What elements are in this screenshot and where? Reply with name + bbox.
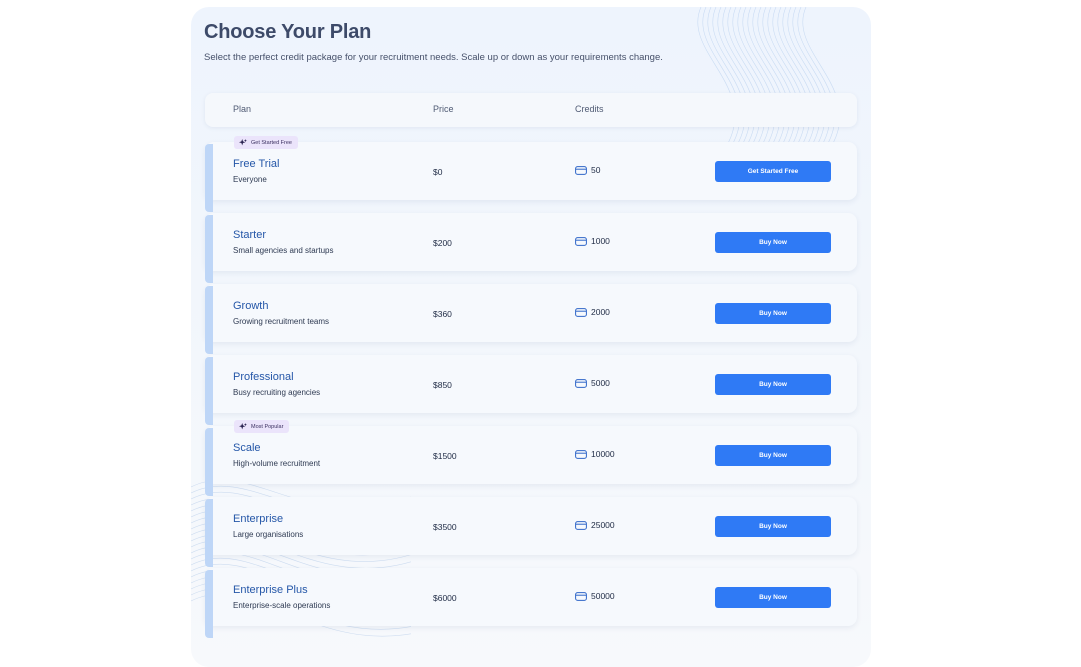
plan-credits: 5000 <box>575 378 610 388</box>
plan-credits-value: 1000 <box>591 236 610 246</box>
plan-credits: 1000 <box>575 236 610 246</box>
page-subtitle: Select the perfect credit package for yo… <box>204 52 663 63</box>
credit-card-icon <box>575 449 587 459</box>
plan-credits-value: 5000 <box>591 378 610 388</box>
plan-credits-value: 2000 <box>591 307 610 317</box>
plan-badge-label: Most Popular <box>251 423 284 430</box>
buy-now-button[interactable]: Buy Now <box>715 374 831 395</box>
plan-price: $3500 <box>433 522 457 532</box>
page-title: Choose Your Plan <box>204 21 372 43</box>
plan-credits: 2000 <box>575 307 610 317</box>
row-accent-bar <box>205 570 213 638</box>
credit-card-icon <box>575 591 587 601</box>
plan-row-growth: Growth Growing recruitment teams $360 20… <box>205 284 857 354</box>
plan-badge: Most Popular <box>234 420 290 433</box>
buy-now-button[interactable]: Buy Now <box>715 587 831 608</box>
plan-description: Large organisations <box>233 530 304 539</box>
plan-credits-value: 50000 <box>591 591 615 601</box>
plan-name: Professional <box>233 371 294 383</box>
plan-name: Free Trial <box>233 158 280 170</box>
row-accent-bar <box>205 357 213 425</box>
buy-now-button[interactable]: Buy Now <box>715 232 831 253</box>
plan-description: Everyone <box>233 175 267 184</box>
plan-description: Enterprise-scale operations <box>233 601 331 610</box>
plan-price: $360 <box>433 309 452 319</box>
plan-credits-value: 50 <box>591 165 601 175</box>
buy-now-button[interactable]: Buy Now <box>715 445 831 466</box>
plan-price: $0 <box>433 167 443 177</box>
plan-credits-value: 25000 <box>591 520 615 530</box>
plan-badge-label: Get Started Free <box>251 139 292 146</box>
row-accent-bar <box>205 215 213 283</box>
plan-badge: Get Started Free <box>234 136 298 149</box>
plan-price: $1500 <box>433 451 457 461</box>
row-accent-bar <box>205 499 213 567</box>
row-accent-bar <box>205 144 213 212</box>
sparkle-icon <box>239 422 247 429</box>
plan-description: Growing recruitment teams <box>233 317 330 326</box>
credit-card-icon <box>575 307 587 317</box>
plan-name: Enterprise <box>233 513 284 525</box>
credit-card-icon <box>575 236 587 246</box>
plan-row-enterprise: Enterprise Large organisations $3500 250… <box>205 497 857 567</box>
plan-description: High-volume recruitment <box>233 459 321 468</box>
credit-card-icon <box>575 378 587 388</box>
header-plan: Plan <box>233 104 252 114</box>
header-credits: Credits <box>575 104 604 114</box>
plan-row-free-trial: Get Started Free Free Trial Everyone $0 … <box>205 136 857 212</box>
plan-description: Small agencies and startups <box>233 246 334 255</box>
plan-price: $200 <box>433 238 452 248</box>
plan-description: Busy recruiting agencies <box>233 388 321 397</box>
plan-name: Growth <box>233 300 269 312</box>
plan-name: Enterprise Plus <box>233 584 308 596</box>
plan-name: Starter <box>233 229 267 241</box>
get-started-free-button[interactable]: Get Started Free <box>715 161 831 182</box>
row-accent-bar <box>205 428 213 496</box>
plan-credits-value: 10000 <box>591 449 615 459</box>
plan-price: $6000 <box>433 593 457 603</box>
pricing-panel: Choose Your Plan Select the perfect cred… <box>191 7 871 667</box>
credit-card-icon <box>575 520 587 530</box>
plan-row-scale: Most Popular Scale High-volume recruitme… <box>205 420 857 496</box>
buy-now-button[interactable]: Buy Now <box>715 303 831 324</box>
plan-credits: 10000 <box>575 449 615 459</box>
credit-card-icon <box>575 165 587 175</box>
buy-now-button[interactable]: Buy Now <box>715 516 831 537</box>
header-price: Price <box>433 104 454 114</box>
sparkle-icon <box>239 138 247 145</box>
plan-price: $850 <box>433 380 452 390</box>
plan-row-starter: Starter Small agencies and startups $200… <box>205 213 857 283</box>
plan-credits: 50 <box>575 165 600 175</box>
plan-credits: 50000 <box>575 591 615 601</box>
plan-row-professional: Professional Busy recruiting agencies $8… <box>205 355 857 425</box>
plan-name: Scale <box>233 442 261 454</box>
plan-credits: 25000 <box>575 520 615 530</box>
table-header: Plan Price Credits <box>205 93 857 127</box>
plan-row-enterprise-plus: Enterprise Plus Enterprise-scale operati… <box>205 568 857 638</box>
row-accent-bar <box>205 286 213 354</box>
